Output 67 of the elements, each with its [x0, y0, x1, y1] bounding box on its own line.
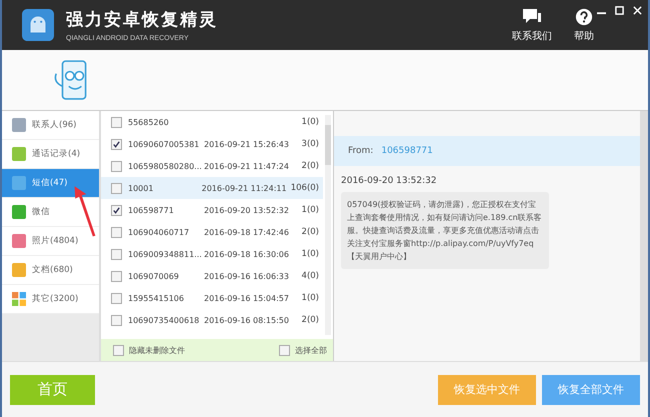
row-checkbox[interactable]	[111, 270, 122, 282]
select-all-label: 选择全部	[295, 344, 327, 356]
hide-undeleted-label: 隐藏未删除文件	[129, 344, 185, 356]
message-row[interactable]: 10001 2016-09-21 11:24:11 106(0)	[101, 177, 323, 199]
sender-number: 10690607005381	[128, 140, 200, 148]
message-row[interactable]: 10690607005381 2016-09-21 15:26:43 3(0)	[101, 133, 323, 155]
hide-undeleted-checkbox[interactable]	[113, 344, 124, 356]
message-count: 1(0)	[302, 117, 320, 127]
message-time: 2016-09-18 17:42:46	[204, 228, 289, 236]
message-row[interactable]: 10690735400618 2016-09-16 08:15:50 2(0)	[101, 309, 323, 331]
sender-number: 10690735400618	[128, 316, 200, 324]
message-row[interactable]: 1065980580280... 2016-09-21 11:47:24 2(0)	[101, 155, 323, 177]
sender-number: 1069009348811...	[128, 250, 203, 258]
message-time: 2016-09-21 11:24:11	[202, 184, 287, 192]
contact-us-button[interactable]: 联系我们	[508, 6, 556, 44]
sender-number: 106904060717	[128, 228, 190, 236]
sender-number: 1069070069	[128, 272, 180, 280]
message-time: 2016-09-21 15:26:43	[204, 140, 289, 148]
message-row[interactable]: 55685260 1(0)	[101, 111, 323, 133]
message-count: 1(0)	[302, 293, 320, 303]
sidebar-item[interactable]: 文档(680)	[2, 256, 99, 285]
message-time: 2016-09-20 13:52:32	[204, 206, 289, 214]
sender-number: 10001	[128, 184, 154, 192]
message-count: 4(0)	[302, 271, 320, 281]
select-all-checkbox[interactable]	[279, 344, 290, 356]
row-checkbox[interactable]	[111, 182, 122, 194]
maximize-icon[interactable]	[615, 6, 624, 15]
row-checkbox[interactable]	[111, 226, 122, 238]
message-row[interactable]: 106598771 2016-09-20 13:52:32 1(0)	[101, 199, 323, 221]
message-count: 1(0)	[302, 249, 320, 259]
message-count: 2(0)	[302, 227, 320, 237]
sender-number: 1065980580280...	[128, 162, 203, 170]
app-title: 强力安卓恢复精灵	[66, 9, 218, 31]
message-time: 2016-09-16 08:15:50	[204, 316, 289, 324]
help-icon	[574, 8, 594, 26]
message-count: 2(0)	[302, 161, 320, 171]
sender-number: 106598771	[128, 206, 175, 214]
message-time: 2016-09-21 11:47:24	[204, 162, 289, 170]
row-checkbox[interactable]	[111, 292, 122, 304]
message-row[interactable]: 1069009348811... 2016-09-18 16:30:06 1(0)	[101, 243, 323, 265]
from-label: From:	[348, 146, 374, 156]
row-checkbox[interactable]	[111, 160, 122, 172]
row-checkbox[interactable]	[111, 204, 122, 216]
help-button[interactable]: 帮助	[570, 6, 598, 44]
message-row[interactable]: 15955415106 2016-09-16 15:04:57 1(0)	[101, 287, 323, 309]
message-count: 1(0)	[302, 205, 320, 215]
message-count: 106(0)	[290, 183, 320, 193]
message-time: 2016-09-16 16:06:33	[204, 272, 289, 280]
message-row[interactable]: 106904060717 2016-09-18 17:42:46 2(0)	[101, 221, 323, 243]
row-checkbox[interactable]	[111, 248, 122, 260]
message-bubble: 057049(授权验证码，请勿泄露)，您正授权在支付宝上查询套餐使用情况，如有疑问请访问e.189.cn联系客服。快捷查询话费及流量，享更多充值优惠活动请点击关注支付宝服务窗http://p.alipay.com/P/uyVfy7eq 【天翼用户中心】	[341, 192, 549, 269]
chat-bubble-icon	[522, 8, 542, 26]
close-icon[interactable]	[633, 6, 642, 15]
sidebar-item[interactable]: 联系人(96)	[2, 111, 99, 140]
sender-number: 15955415106	[128, 294, 185, 302]
row-checkbox[interactable]	[111, 314, 122, 326]
message-time: 2016-09-18 16:30:06	[204, 250, 289, 258]
row-checkbox[interactable]	[111, 116, 122, 128]
message-row[interactable]: 1069070069 2016-09-16 16:06:33 4(0)	[101, 265, 323, 287]
message-count: 3(0)	[302, 139, 320, 149]
row-checkbox[interactable]	[111, 138, 122, 150]
message-count: 2(0)	[302, 315, 320, 325]
message-time: 2016-09-16 15:04:57	[204, 294, 289, 302]
message-time: 2016-09-20 13:52:32	[341, 176, 438, 186]
sidebar-item[interactable]: 照片(4804)	[2, 227, 99, 256]
scrollbar[interactable]	[325, 115, 331, 335]
sender-number: 55685260	[128, 118, 170, 126]
